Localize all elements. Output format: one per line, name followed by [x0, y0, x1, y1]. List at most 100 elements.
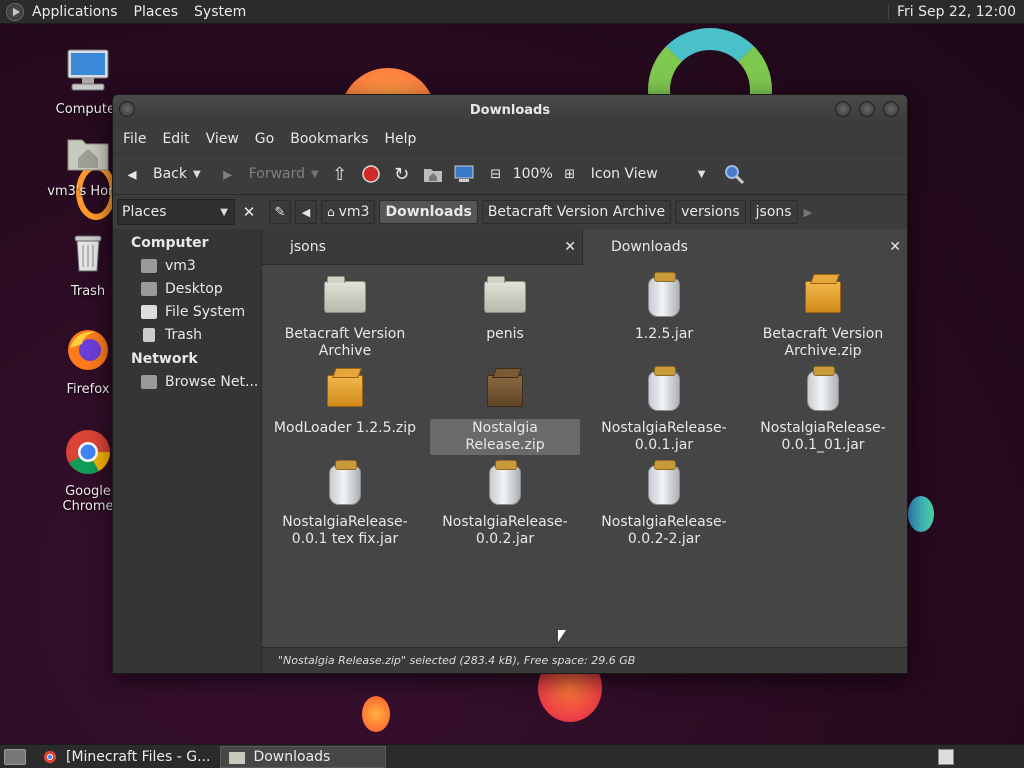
- close-button[interactable]: [883, 101, 899, 117]
- close-icon[interactable]: ✕: [889, 239, 901, 255]
- jar-icon: [641, 366, 687, 413]
- home-icon: ⌂: [327, 205, 335, 219]
- file-name: penis: [486, 326, 524, 342]
- file-name: NostalgiaRelease-0.0.2.jar: [442, 514, 568, 547]
- close-icon[interactable]: ✕: [564, 239, 576, 255]
- location-bar-row: Places ▼ ✕ ✎ ◀ ⌂ vm3 Downloads Betacraft …: [113, 195, 907, 229]
- distro-logo-icon[interactable]: [6, 2, 24, 21]
- breadcrumb-betacraft[interactable]: Betacraft Version Archive: [481, 200, 672, 224]
- tab-label: jsons: [290, 238, 326, 255]
- breadcrumb-versions[interactable]: versions: [675, 200, 746, 224]
- sidebar-type-select[interactable]: Places ▼: [117, 199, 235, 225]
- sidebar-item-trash[interactable]: Trash: [113, 324, 261, 347]
- tab-downloads[interactable]: Downloads ✕: [582, 229, 907, 265]
- sidebar-item-desktop[interactable]: Desktop: [113, 278, 261, 301]
- sidebar-type-label: Places: [122, 204, 167, 220]
- search-icon: [725, 165, 745, 185]
- file-item[interactable]: NostalgiaRelease-0.0.1 tex fix.jar: [270, 460, 420, 549]
- computer-button[interactable]: [453, 164, 475, 184]
- wallpaper-blob: [908, 496, 934, 532]
- menu-edit[interactable]: Edit: [154, 131, 197, 147]
- menu-view[interactable]: View: [198, 131, 247, 147]
- folder-icon: [229, 751, 246, 764]
- menu-bookmarks[interactable]: Bookmarks: [282, 131, 376, 147]
- sidebar-item-label: Trash: [165, 327, 202, 343]
- sidebar-item-browse-network[interactable]: Browse Net...: [113, 371, 261, 394]
- menu-applications[interactable]: Applications: [24, 4, 126, 20]
- menubar: File Edit View Go Bookmarks Help: [113, 125, 907, 153]
- show-desktop-icon[interactable]: [4, 748, 26, 765]
- computer-icon: [454, 165, 474, 182]
- workspace-switcher[interactable]: [938, 748, 954, 765]
- forward-button[interactable]: ▸ Forward ▼: [217, 163, 319, 185]
- zoom-in-icon: ⊞: [564, 166, 576, 182]
- sidebar-heading-network: Network: [131, 351, 198, 367]
- file-name: 1.2.5.jar: [634, 326, 694, 342]
- jar-icon: [800, 366, 846, 413]
- wallpaper-blob: [362, 696, 390, 732]
- drive-icon: [141, 305, 157, 319]
- menu-help[interactable]: Help: [376, 131, 424, 147]
- chevron-down-icon[interactable]: ▼: [193, 169, 201, 180]
- home-folder-icon: [67, 139, 109, 171]
- chrome-icon: [43, 750, 57, 763]
- file-item[interactable]: ModLoader 1.2.5.zip: [270, 367, 420, 438]
- file-item[interactable]: NostalgiaRelease-0.0.2.jar: [430, 460, 580, 549]
- menu-file[interactable]: File: [115, 131, 154, 147]
- home-button[interactable]: [423, 165, 443, 183]
- zip-archive-icon: [322, 367, 368, 413]
- toolbar: ◂ Back ▼ ▸ Forward ▼ ⇧ ↻ ⊟ 100% ⊞ Icon V…: [113, 153, 907, 195]
- file-item[interactable]: Betacraft Version Archive: [270, 273, 420, 361]
- up-button[interactable]: ⇧: [329, 163, 351, 185]
- menu-places[interactable]: Places: [126, 4, 187, 20]
- taskbar-item-label: [Minecraft Files - G...: [66, 748, 211, 765]
- view-mode-label: Icon View: [590, 166, 658, 182]
- crumb-scroll-left-icon[interactable]: ◀: [295, 200, 317, 224]
- back-button[interactable]: ◂ Back ▼: [121, 163, 201, 185]
- status-bar: "Nostalgia Release.zip" selected (283.4 …: [262, 647, 907, 673]
- menu-system[interactable]: System: [186, 4, 254, 20]
- minimize-button[interactable]: [835, 101, 851, 117]
- file-manager-window: Downloads File Edit View Go Bookmarks He…: [112, 94, 908, 674]
- breadcrumb-vm3[interactable]: ⌂ vm3: [321, 200, 376, 224]
- bottom-panel: [Minecraft Files - G... Downloads: [0, 744, 1024, 768]
- file-item[interactable]: NostalgiaRelease-0.0.1_01.jar: [748, 366, 898, 455]
- taskbar-item-downloads[interactable]: Downloads: [220, 745, 387, 768]
- back-label: Back: [153, 166, 187, 182]
- taskbar-item-label: Downloads: [253, 748, 331, 765]
- file-item[interactable]: 1.2.5.jar: [589, 272, 739, 344]
- file-item-selected[interactable]: Nostalgia Release.zip: [430, 367, 580, 455]
- crumb-scroll-right-icon[interactable]: ▶: [804, 206, 812, 219]
- jar-icon: [322, 460, 368, 507]
- sidebar-item-filesystem[interactable]: File System: [113, 301, 261, 324]
- sidebar-close-icon[interactable]: ✕: [239, 203, 259, 221]
- file-item[interactable]: NostalgiaRelease-0.0.2-2.jar: [589, 460, 739, 549]
- zoom-out-button[interactable]: ⊟: [485, 163, 507, 185]
- firefox-icon: [68, 330, 108, 370]
- menu-go[interactable]: Go: [247, 131, 282, 147]
- maximize-button[interactable]: [859, 101, 875, 117]
- sidebar-heading-computer: Computer: [131, 235, 209, 251]
- file-name: Betacraft Version Archive: [284, 326, 406, 359]
- file-item[interactable]: Betacraft Version Archive.zip: [748, 273, 898, 361]
- breadcrumb-downloads[interactable]: Downloads: [379, 200, 478, 224]
- breadcrumb-jsons[interactable]: jsons: [749, 200, 798, 224]
- view-mode-select[interactable]: Icon View ▼: [591, 166, 706, 182]
- tab-jsons[interactable]: jsons ✕: [262, 229, 582, 265]
- edit-location-icon[interactable]: ✎: [269, 200, 291, 224]
- chevron-down-icon[interactable]: ▼: [311, 169, 319, 180]
- window-titlebar[interactable]: Downloads: [113, 95, 907, 125]
- file-item[interactable]: penis: [430, 273, 580, 344]
- zoom-in-button[interactable]: ⊞: [559, 163, 581, 185]
- window-menu-button[interactable]: [119, 101, 135, 117]
- taskbar-item-chrome[interactable]: [Minecraft Files - G...: [34, 746, 218, 768]
- breadcrumb: ✎ ◀ ⌂ vm3 Downloads Betacraft Version Arc…: [269, 200, 812, 224]
- search-button[interactable]: [723, 163, 745, 185]
- file-item[interactable]: NostalgiaRelease-0.0.1.jar: [589, 366, 739, 455]
- reload-button[interactable]: ↻: [391, 163, 413, 185]
- stop-button[interactable]: [361, 164, 381, 184]
- sidebar-item-vm3[interactable]: vm3: [113, 255, 261, 278]
- tab-label: Downloads: [611, 239, 688, 255]
- panel-clock[interactable]: Fri Sep 22, 12:00: [887, 3, 1024, 20]
- file-name: Nostalgia Release.zip: [430, 419, 580, 455]
